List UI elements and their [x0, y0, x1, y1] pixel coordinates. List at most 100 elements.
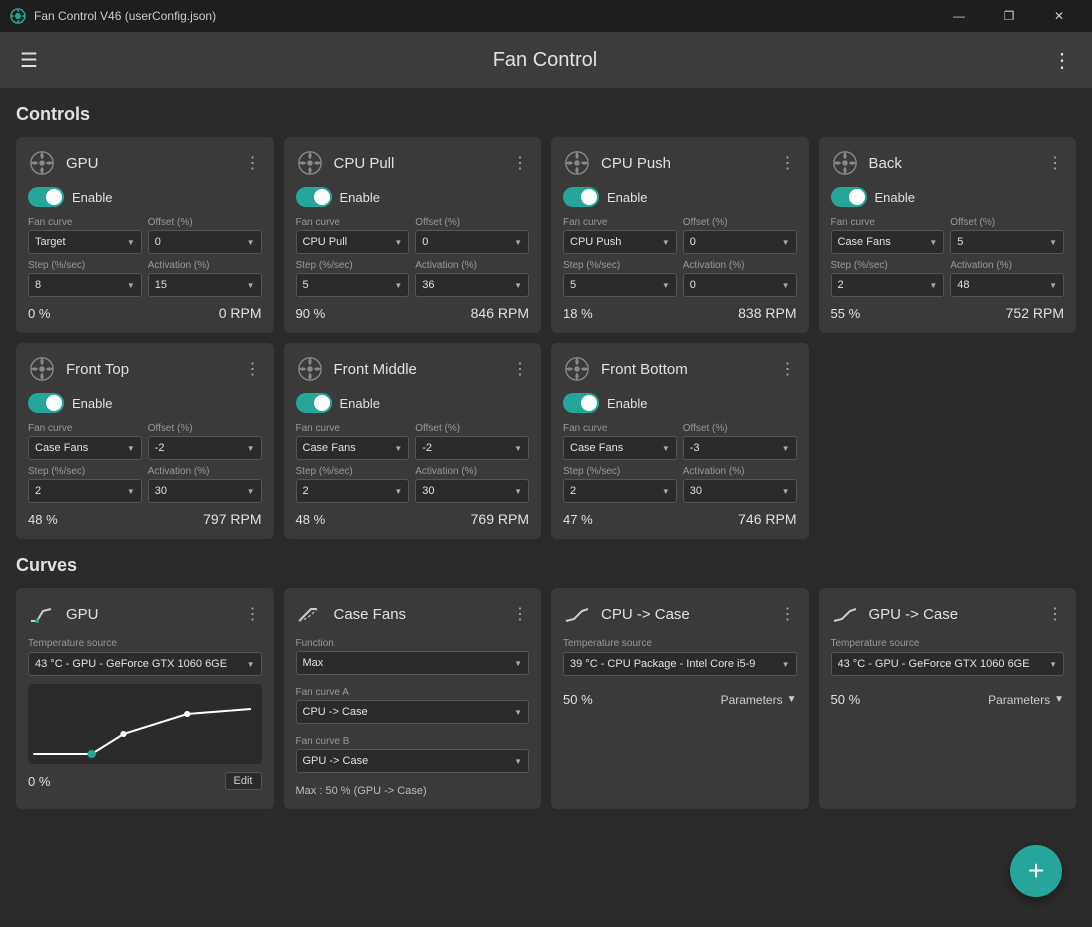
offset-select[interactable]: 0▼ — [148, 230, 262, 254]
offset-select[interactable]: 0▼ — [683, 230, 797, 254]
step-select[interactable]: 8▼ — [28, 273, 142, 297]
step-select[interactable]: 2▼ — [296, 479, 410, 503]
title-bar-left: Fan Control V46 (userConfig.json) — [10, 8, 216, 24]
add-fab[interactable]: + — [1010, 845, 1062, 897]
fan-curve-row: Fan curve Case Fans▼ Offset (%) 5▼ — [831, 217, 1065, 254]
hamburger-menu[interactable]: ☰ — [20, 48, 38, 73]
curve-card-menu-button[interactable]: ⋮ — [245, 604, 262, 624]
enable-toggle[interactable] — [831, 187, 867, 207]
fan-curve-label: Fan curve — [831, 217, 945, 228]
enable-row: Enable — [563, 393, 797, 413]
activation-group: Activation (%) 0▼ — [683, 260, 797, 297]
curve-percent: 50 % — [831, 692, 861, 707]
curve-card-menu-button[interactable]: ⋮ — [780, 604, 797, 624]
fan-curve-row: Fan curve Case Fans▼ Offset (%) -3▼ — [563, 423, 797, 460]
rpm-value: 0 RPM — [219, 305, 262, 321]
fan-curve-select[interactable]: CPU Pull▼ — [296, 230, 410, 254]
step-select[interactable]: 2▼ — [831, 273, 945, 297]
step-select[interactable]: 5▼ — [563, 273, 677, 297]
fan-curve-a-label: Fan curve A — [296, 687, 530, 698]
offset-label: Offset (%) — [683, 423, 797, 434]
curve-card-menu-button[interactable]: ⋮ — [512, 604, 529, 624]
enable-toggle[interactable] — [28, 393, 64, 413]
percent-value: 48 % — [28, 512, 58, 527]
fan-curve-select[interactable]: Case Fans▼ — [28, 436, 142, 460]
fan-curve-label: Fan curve — [563, 423, 677, 434]
activation-select[interactable]: 30▼ — [148, 479, 262, 503]
fan-curve-b-select[interactable]: GPU -> Case▼ — [296, 749, 530, 773]
minimize-button[interactable]: — — [936, 0, 982, 32]
fan-curve-select[interactable]: Case Fans▼ — [831, 230, 945, 254]
offset-select[interactable]: -2▼ — [415, 436, 529, 460]
enable-row: Enable — [831, 187, 1065, 207]
card-menu-button[interactable]: ⋮ — [512, 153, 529, 173]
card-menu-button[interactable]: ⋮ — [780, 359, 797, 379]
enable-toggle[interactable] — [563, 393, 599, 413]
step-row: Step (%/sec) 8▼ Activation (%) 15▼ — [28, 260, 262, 297]
enable-label: Enable — [340, 190, 380, 205]
title-bar-controls: — ❐ ✕ — [936, 0, 1082, 32]
curve-card-title: GPU — [66, 606, 99, 623]
step-label: Step (%/sec) — [563, 260, 677, 271]
parameters-button[interactable]: Parameters ▼ — [988, 693, 1064, 707]
card-menu-button[interactable]: ⋮ — [780, 153, 797, 173]
rpm-value: 769 RPM — [471, 511, 529, 527]
activation-select[interactable]: 15▼ — [148, 273, 262, 297]
activation-select[interactable]: 30▼ — [415, 479, 529, 503]
step-select[interactable]: 5▼ — [296, 273, 410, 297]
offset-label: Offset (%) — [683, 217, 797, 228]
temp-source-select[interactable]: 43 °C - GPU - GeForce GTX 1060 6GE ▼ — [831, 652, 1065, 676]
activation-label: Activation (%) — [950, 260, 1064, 271]
enable-toggle[interactable] — [28, 187, 64, 207]
activation-select[interactable]: 36▼ — [415, 273, 529, 297]
activation-select[interactable]: 30▼ — [683, 479, 797, 503]
fan-icon — [296, 149, 324, 177]
max-info: Max : 50 % (GPU -> Case) — [296, 785, 530, 797]
fan-curve-select[interactable]: Case Fans▼ — [563, 436, 677, 460]
step-select[interactable]: 2▼ — [563, 479, 677, 503]
curves-section-title: Curves — [16, 555, 1076, 576]
controls-row-2: Front Top ⋮ Enable Fan curve Case Fans▼ … — [16, 343, 1076, 539]
temp-source-select[interactable]: 39 °C - CPU Package - Intel Core i5-9 ▼ — [563, 652, 797, 676]
enable-row: Enable — [563, 187, 797, 207]
step-group: Step (%/sec) 5▼ — [296, 260, 410, 297]
curve-percent: 0 % — [28, 774, 50, 789]
enable-toggle[interactable] — [563, 187, 599, 207]
offset-select[interactable]: -3▼ — [683, 436, 797, 460]
fan-curve-label: Fan curve — [296, 217, 410, 228]
maximize-button[interactable]: ❐ — [986, 0, 1032, 32]
fan-curve-a-select[interactable]: CPU -> Case▼ — [296, 700, 530, 724]
enable-toggle[interactable] — [296, 393, 332, 413]
fan-curve-select[interactable]: Case Fans▼ — [296, 436, 410, 460]
curve-card-menu-button[interactable]: ⋮ — [1047, 604, 1064, 624]
activation-select[interactable]: 48▼ — [950, 273, 1064, 297]
app-title: Fan Control — [493, 49, 598, 72]
activation-group: Activation (%) 30▼ — [148, 466, 262, 503]
offset-select[interactable]: -2▼ — [148, 436, 262, 460]
close-button[interactable]: ✕ — [1036, 0, 1082, 32]
enable-row: Enable — [28, 393, 262, 413]
curve-card-title: GPU -> Case — [869, 606, 959, 623]
step-row: Step (%/sec) 2▼ Activation (%) 48▼ — [831, 260, 1065, 297]
app-header: ☰ Fan Control ⋮ — [0, 32, 1092, 88]
card-menu-button[interactable]: ⋮ — [1047, 153, 1064, 173]
app-icon — [10, 8, 26, 24]
temp-source-select[interactable]: 43 °C - GPU - GeForce GTX 1060 6GE ▼ — [28, 652, 262, 676]
card-header: CPU Push ⋮ — [563, 149, 797, 177]
fan-curve-select[interactable]: CPU Push▼ — [563, 230, 677, 254]
step-select[interactable]: 2▼ — [28, 479, 142, 503]
curve-percent: 50 % — [563, 692, 593, 707]
temp-source-group: Temperature source 39 °C - CPU Package -… — [563, 638, 797, 684]
activation-select[interactable]: 0▼ — [683, 273, 797, 297]
card-menu-button[interactable]: ⋮ — [245, 359, 262, 379]
card-menu-button[interactable]: ⋮ — [512, 359, 529, 379]
header-dots-menu[interactable]: ⋮ — [1052, 48, 1072, 73]
edit-button[interactable]: Edit — [225, 772, 262, 790]
fan-curve-select[interactable]: Target▼ — [28, 230, 142, 254]
function-select[interactable]: Max▼ — [296, 651, 530, 675]
offset-select[interactable]: 0▼ — [415, 230, 529, 254]
parameters-button[interactable]: Parameters ▼ — [721, 693, 797, 707]
enable-toggle[interactable] — [296, 187, 332, 207]
card-menu-button[interactable]: ⋮ — [245, 153, 262, 173]
offset-select[interactable]: 5▼ — [950, 230, 1064, 254]
